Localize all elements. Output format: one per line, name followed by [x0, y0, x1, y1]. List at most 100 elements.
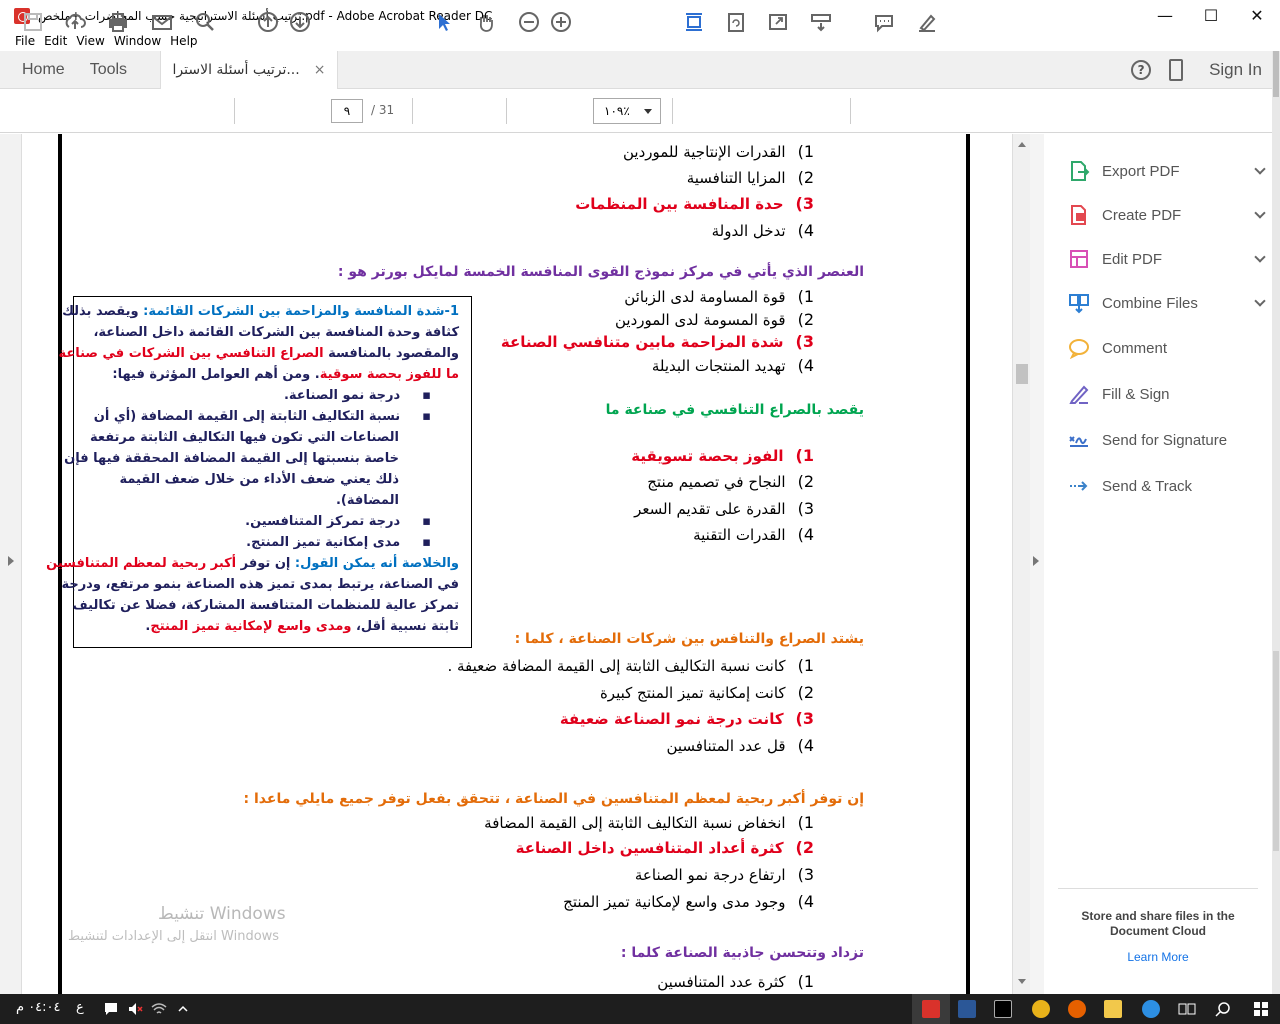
tool-create-pdf[interactable]: Create PDF — [1068, 200, 1268, 230]
task-view-icon[interactable] — [1168, 994, 1206, 1024]
email-icon[interactable] — [150, 10, 174, 34]
show-hidden-icons[interactable] — [164, 994, 202, 1024]
chevron-down-icon[interactable] — [1254, 163, 1266, 175]
panel-divider — [1058, 888, 1258, 889]
chevron-down-icon[interactable] — [1254, 295, 1266, 307]
q3-option-4: 4)القدرات التقنية — [693, 525, 814, 544]
close-button[interactable]: ✕ — [1234, 0, 1280, 31]
q3-title: يقصد بالصراع التنافسي في صناعة ما — [605, 402, 864, 418]
menu-edit[interactable]: Edit — [44, 34, 67, 48]
full-screen-icon[interactable] — [766, 10, 790, 34]
zoom-in-icon[interactable] — [549, 10, 573, 34]
tab-document-label: ترتيب أسئلة الاسترا... — [172, 62, 300, 78]
print-icon[interactable] — [106, 10, 130, 34]
help-icon[interactable]: ? — [1131, 60, 1152, 80]
highlight-pen-icon[interactable] — [915, 10, 939, 34]
tabs-bar: Home Tools ترتيب أسئلة الاسترا... × ? Si… — [0, 51, 1272, 89]
q1-option-1: 1)القدرات الإنتاجية للموردين — [622, 142, 814, 161]
left-nav-strip[interactable] — [0, 134, 22, 994]
save-icon[interactable] — [21, 10, 45, 34]
mobile-link-icon[interactable] — [1169, 59, 1184, 81]
tool-edit-pdf[interactable]: Edit PDF — [1068, 244, 1268, 274]
tab-tools[interactable]: Tools — [90, 61, 127, 79]
minimize-button[interactable]: — — [1142, 0, 1188, 31]
q5-option-2-correct: 2)كثرة أعداد المتنافسين داخل الصناعة — [515, 838, 814, 857]
q1-option-3-correct: 3)حدة المنافسة بين المنظمات — [575, 194, 814, 213]
tool-comment[interactable]: Comment — [1068, 333, 1268, 363]
collapse-panel-icon[interactable] — [1033, 556, 1039, 566]
note-line-4: ما للفوز بحصة سوقية. ومن أهم العوامل الم… — [112, 367, 459, 382]
tool-export-pdf[interactable]: Export PDF — [1068, 156, 1268, 186]
menu-window[interactable]: Window — [114, 34, 161, 48]
zoom-out-icon[interactable] — [517, 10, 541, 34]
taskbar-cmd[interactable] — [984, 994, 1022, 1024]
zoom-value: ١٠٩٪ — [604, 104, 630, 118]
maximize-button[interactable]: ☐ — [1188, 0, 1234, 31]
q2-title: العنصر الذي يأتي في مركز نموذج القوى الم… — [337, 264, 864, 280]
chevron-down-icon[interactable] — [1254, 251, 1266, 263]
input-language[interactable]: ع — [76, 1000, 84, 1015]
sign-in-button[interactable]: Sign In — [1209, 60, 1262, 80]
tool-send-track[interactable]: Send & Track — [1068, 471, 1268, 501]
upload-cloud-icon[interactable] — [63, 10, 87, 34]
rotate-page-icon[interactable] — [724, 10, 748, 34]
summary-note-box: 1-شدة المنافسة والمزاحمة بين الشركات الق… — [46, 296, 472, 648]
note-bullet-4: ▪مدى إمكانية تميز المنتج. — [246, 535, 431, 550]
menu-file[interactable]: File — [15, 34, 35, 48]
q4-title: يشتد الصراع والتنافس بين شركات الصناعة ،… — [514, 631, 864, 647]
read-mode-icon[interactable] — [809, 10, 833, 34]
tool-combine-files[interactable]: Combine Files — [1068, 288, 1268, 318]
q4-option-4: 4)قل عدد المتنافسين — [666, 736, 814, 755]
learn-more-link[interactable]: Learn More — [1060, 950, 1256, 964]
zoom-select[interactable]: ١٠٩٪ — [593, 98, 661, 124]
menu-help[interactable]: Help — [170, 34, 197, 48]
scroll-thumb[interactable] — [1016, 364, 1028, 384]
note-line-3: والمقصود بالمنافسة الصراع التنافسي بين ا… — [58, 346, 459, 361]
previous-page-icon[interactable] — [256, 10, 280, 34]
note-bullet-2-cont-2: خاصة بنسبتها إلى القيمة المضافة المحققة … — [64, 451, 399, 466]
q6-option-1: 1)كثرة عدد المتنافسين — [657, 972, 814, 991]
q4-option-1: 1)كانت نسبة التكاليف الثابتة إلى القيمة … — [447, 656, 814, 675]
taskbar-word[interactable] — [948, 994, 986, 1024]
start-windows-icon[interactable] — [1242, 994, 1280, 1024]
tool-fill-sign[interactable]: Fill & Sign — [1068, 379, 1268, 409]
taskbar-firefox[interactable] — [1058, 994, 1096, 1024]
q5-option-4: 4)وجود مدى واسع لإمكانية تميز المنتج — [563, 892, 814, 911]
taskbar-clock[interactable]: ٠٤:٠٤ م — [16, 1000, 61, 1015]
search-icon[interactable] — [193, 10, 217, 34]
page-border-right — [966, 134, 970, 994]
comment-icon[interactable] — [872, 10, 896, 34]
tab-document[interactable]: ترتيب أسئلة الاسترا... × — [160, 51, 338, 89]
scroll-down-icon[interactable] — [1018, 979, 1026, 984]
q5-title: إن توفر أكبر ربحية لمعظم المتنافسين في ا… — [243, 791, 864, 807]
taskbar-acrobat[interactable] — [912, 994, 950, 1024]
select-cursor-icon[interactable] — [432, 10, 456, 34]
note-bullet-3: ▪درجة تمركز المتنافسين. — [245, 514, 431, 529]
menu-view[interactable]: View — [76, 34, 104, 48]
tool-send-for-signature[interactable]: Send for Signature — [1068, 425, 1268, 455]
q3-option-3: 3)القدرة على تقديم السعر — [634, 499, 814, 518]
activation-watermark-subtitle: انتقل إلى الإعدادات لتنشيط Windows — [68, 929, 280, 944]
tab-home[interactable]: Home — [22, 61, 65, 79]
tab-close-icon[interactable]: × — [314, 62, 326, 78]
expand-left-icon[interactable] — [8, 556, 14, 566]
chevron-down-icon[interactable] — [1254, 207, 1266, 219]
page-number-input[interactable]: ٩ — [331, 99, 363, 123]
comment-icon — [1068, 337, 1090, 360]
note-summary-1: والخلاصة أنه يمكن القول: إن توفر أكبر رب… — [46, 556, 459, 571]
taskbar-edge[interactable] — [1132, 994, 1170, 1024]
hand-tool-icon[interactable] — [474, 10, 498, 34]
fit-page-icon[interactable] — [682, 10, 706, 34]
page-count: / 31 — [371, 103, 395, 117]
q1-option-2: 2)المزايا التنافسية — [686, 168, 814, 187]
next-page-icon[interactable] — [288, 10, 312, 34]
right-panel-splitter[interactable] — [1030, 134, 1044, 994]
taskbar-explorer[interactable] — [1094, 994, 1132, 1024]
scroll-up-icon[interactable] — [1018, 142, 1026, 147]
search-icon[interactable] — [1204, 994, 1242, 1024]
q2-option-4: 4)تهديد المنتجات البديلة — [651, 356, 814, 375]
document-scrollbar[interactable] — [1012, 134, 1030, 994]
menu-bar: File Edit View Window Help — [0, 31, 1280, 51]
window-scrollbar[interactable] — [1272, 51, 1280, 994]
taskbar-app[interactable] — [1022, 994, 1060, 1024]
